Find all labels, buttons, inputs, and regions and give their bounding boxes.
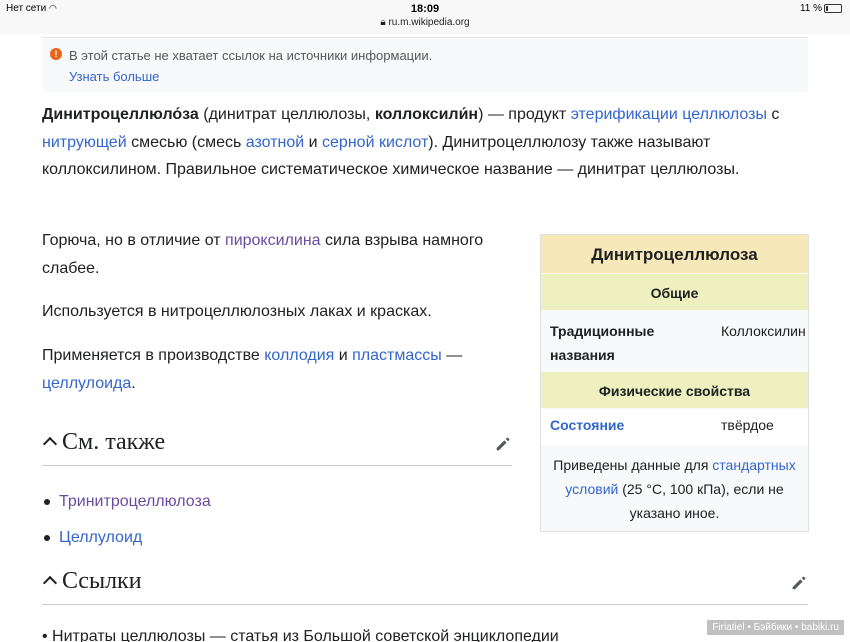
infobox-section-physical: Физические свойства	[541, 372, 808, 408]
list-item: Целлулоид	[42, 526, 512, 562]
section-see-also[interactable]: См. также	[42, 421, 512, 466]
link-nitrating[interactable]: нитрующей	[42, 134, 127, 151]
infobox-section-general: Общие	[541, 274, 808, 310]
chevron-up-icon[interactable]	[42, 575, 58, 591]
link-etherification[interactable]: этерификации целлюлозы	[571, 106, 767, 123]
clock: 18:09	[410, 3, 440, 15]
section-links[interactable]: Ссылки	[42, 560, 808, 605]
edit-pencil-icon[interactable]	[790, 574, 808, 592]
list-item: Тринитроцеллюлоза	[42, 490, 512, 526]
link-plastics[interactable]: пластмассы	[352, 347, 442, 364]
paragraph-usage: Используется в нитроцеллюлозных лаках и …	[42, 303, 432, 320]
article-term: Динитроцеллюло́за	[42, 106, 199, 123]
battery-status: 11 %	[800, 3, 842, 14]
infobox-label-state[interactable]: Состояние	[550, 417, 624, 433]
intro-paragraph: Динитроцеллюло́за (динитрат целлюлозы, к…	[42, 106, 780, 178]
infobox-title: Динитроцеллюлоза	[541, 235, 808, 273]
links-first-item[interactable]: • Нитраты целлюлозы — статья из Большой …	[42, 628, 602, 642]
paragraph-application: Применяется в производстве коллодия и пл…	[42, 347, 463, 392]
learn-more-link[interactable]: Узнать больше	[69, 69, 159, 84]
watermark: Firiatiel • Бэйбики • babiki.ru	[707, 620, 844, 635]
link-pyroxylin[interactable]: пироксилина	[225, 232, 321, 249]
paragraph-flammability: Горюча, но в отличие от пироксилина сила…	[42, 232, 484, 277]
infobox-value-names: Коллоксилин	[721, 323, 806, 339]
link-celluloid[interactable]: целлулоида	[42, 375, 131, 392]
missing-sources-notice: ! В этой статье не хватает ссылок на ист…	[42, 37, 808, 92]
link-collodion[interactable]: коллодия	[264, 347, 334, 364]
infobox-label-names: Традиционные названия	[550, 323, 655, 363]
link-nitric[interactable]: азотной	[246, 134, 304, 151]
section-title-links: Ссылки	[62, 568, 142, 594]
address-bar[interactable]: 🔒︎ ru.m.wikipedia.org	[0, 17, 850, 28]
infobox: Динитроцеллюлоза Общие Традиционные назв…	[540, 234, 809, 532]
link-sulfuric-acid[interactable]: серной кислот	[322, 134, 428, 151]
battery-icon	[824, 3, 842, 13]
lock-icon: 🔒︎	[380, 17, 386, 28]
infobox-row-state: Состояние твёрдое	[541, 409, 808, 445]
notice-text: В этой статье не хватает ссылок на источ…	[69, 48, 433, 63]
edit-pencil-icon[interactable]	[494, 435, 512, 453]
link-celluloid-list[interactable]: Целлулоид	[59, 529, 142, 546]
infobox-value-state: твёрдое	[721, 417, 774, 433]
status-bar: Нет сети ◠ 18:09 🔒︎ ru.m.wikipedia.org 1…	[0, 0, 850, 34]
infobox-note: Приведены данные для стандартных условий…	[553, 457, 796, 521]
warning-icon: !	[50, 48, 62, 60]
see-also-list: Тринитроцеллюлоза Целлулоид	[42, 490, 512, 562]
link-trinitrocellulose[interactable]: Тринитроцеллюлоза	[59, 493, 211, 510]
chevron-up-icon[interactable]	[42, 436, 58, 452]
alt-term: коллоксили́н	[374, 106, 479, 123]
section-title-see-also: См. также	[62, 429, 166, 455]
